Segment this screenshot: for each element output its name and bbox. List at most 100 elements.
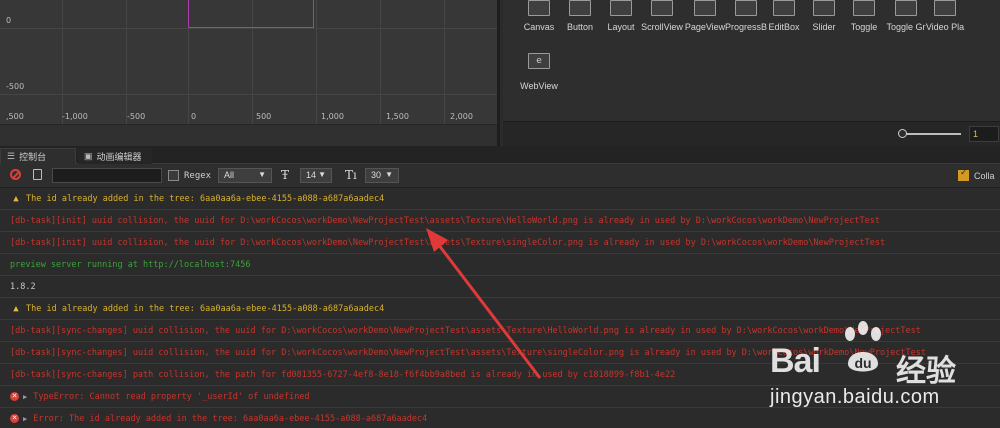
layout-icon (610, 0, 632, 16)
widget-label: WebView (520, 81, 558, 91)
log-text: [db-task][init] uuid collision, the uuid… (10, 216, 880, 226)
regex-checkbox[interactable] (168, 170, 179, 181)
ruler-x-label: 0 (191, 112, 197, 121)
widget-scrollview[interactable]: ScrollView (639, 0, 685, 32)
zoom-slider-handle[interactable] (898, 129, 907, 138)
line-height-select[interactable]: 30 ▼ (365, 168, 399, 183)
log-text: TypeError: Cannot read property '_userId… (33, 392, 310, 402)
log-text: The id already added in the tree: 6aa0aa… (26, 194, 385, 204)
progressbar-icon (735, 0, 757, 16)
scrollview-icon (651, 0, 673, 16)
widget-pageview[interactable]: PageView (682, 0, 728, 32)
collapse-checkbox[interactable] (958, 168, 969, 181)
scene-view[interactable]: 0 -500 ,500 -1,000 -500 0 500 1,000 1,50… (0, 0, 500, 146)
grid-line (444, 0, 445, 124)
log-text: 1.8.2 (10, 282, 36, 292)
grid-line (62, 0, 63, 124)
widget-button[interactable]: Button (557, 0, 603, 32)
log-entry-warning[interactable]: ▲ The id already added in the tree: 6aa0a… (0, 188, 1000, 210)
widget-layout[interactable]: Layout (598, 0, 644, 32)
widget-canvas[interactable]: Canvas (516, 0, 562, 32)
grid-line (126, 0, 127, 124)
slider-icon (813, 0, 835, 16)
log-entry-exception[interactable]: ✕ ▶ Error: The id already added in the tre… (0, 408, 1000, 428)
widget-videoplayer[interactable]: Video Pla (922, 0, 968, 32)
log-entry-error[interactable]: [db-task][init] uuid collision, the uuid… (0, 232, 1000, 254)
tab-label: 控制台 (19, 152, 47, 162)
log-text: preview server running at http://localho… (10, 260, 251, 270)
font-size-icon: Ŧ (281, 168, 290, 182)
ruler-x-label: 2,000 (450, 112, 473, 121)
widget-label: Video Pla (925, 22, 965, 32)
clear-console-icon[interactable] (10, 169, 21, 180)
webview-icon: e (528, 53, 550, 69)
log-entry-error[interactable]: [db-task][init] uuid collision, the uuid… (0, 210, 1000, 232)
ruler-x-label: 500 (256, 112, 272, 121)
log-text: [db-task][sync-changes] uuid collision, … (10, 326, 921, 336)
console-icon: ☰ (7, 151, 16, 161)
log-entry-error[interactable]: [db-task][sync-changes] path collision, … (0, 364, 1000, 386)
toggle-group-icon (895, 0, 917, 16)
font-size-select[interactable]: 14 ▼ (300, 168, 332, 183)
ruler-x-label: 1,500 (386, 112, 409, 121)
log-entry-warning[interactable]: ▲ The id already added in the tree: 6aa0a… (0, 298, 1000, 320)
scene-ruler-bar (0, 124, 497, 146)
grid-line (380, 0, 381, 124)
collapse-label: Colla (974, 171, 995, 181)
log-entry-error[interactable]: [db-task][sync-changes] uuid collision, … (0, 320, 1000, 342)
button-icon (569, 0, 591, 16)
ruler-x-label: ,500 (6, 112, 24, 121)
tab-console[interactable]: ☰ 控制台 (0, 148, 76, 164)
grid-line (0, 28, 497, 29)
widget-label: Canvas (523, 22, 555, 32)
chevron-down-icon: ▼ (318, 170, 326, 179)
line-height-value: 30 (371, 170, 382, 180)
pageview-icon (694, 0, 716, 16)
tab-animation-editor[interactable]: ▣ 动画编辑器 (78, 148, 152, 164)
error-icon: ✕ (10, 414, 19, 423)
widget-label: Toggle (850, 22, 878, 32)
expand-triangle-icon[interactable]: ▶ (23, 408, 27, 428)
log-text: [db-task][init] uuid collision, the uuid… (10, 238, 886, 248)
zoom-slider-track[interactable] (901, 133, 961, 135)
log-level-select[interactable]: All ▼ (218, 168, 272, 183)
zoom-value-input[interactable]: 1 (969, 126, 999, 142)
ruler-y-label: 0 (6, 16, 12, 25)
log-entry-info[interactable]: 1.8.2 (0, 276, 1000, 298)
expand-triangle-icon[interactable]: ▶ (23, 386, 27, 407)
tab-label: 动画编辑器 (96, 151, 142, 162)
open-log-file-icon[interactable] (33, 169, 42, 180)
console-toolbar: Regex All ▼ Ŧ 14 ▼ Tı 30 ▼ Colla (0, 164, 1000, 188)
toggle-icon (853, 0, 875, 16)
filter-input[interactable] (52, 168, 162, 183)
editor-window: 0 -500 ,500 -1,000 -500 0 500 1,000 1,50… (0, 0, 1000, 428)
widget-toggle[interactable]: Toggle (841, 0, 887, 32)
warning-icon: ▲ (13, 194, 19, 204)
widget-label: ScrollView (641, 22, 683, 32)
film-icon: ▣ (84, 150, 93, 161)
regex-label: Regex (184, 171, 212, 181)
ruler-x-label: -1,000 (62, 112, 88, 121)
console-log-list[interactable]: ▲ The id already added in the tree: 6aa0a… (0, 188, 1000, 428)
log-entry-error[interactable]: [db-task][sync-changes] uuid collision, … (0, 342, 1000, 364)
ruler-x-label: -500 (127, 112, 146, 121)
panel-tab-bar: ☰ 控制台 ▣ 动画编辑器 (0, 146, 1000, 164)
log-text: The id already added in the tree: 6aa0aa… (26, 304, 385, 314)
widget-webview[interactable]: e WebView (516, 53, 562, 91)
chevron-down-icon: ▼ (385, 170, 393, 179)
log-entry-info[interactable]: preview server running at http://localho… (0, 254, 1000, 276)
grid-line (0, 94, 497, 95)
widget-label: PageView (684, 22, 726, 32)
ruler-x-label: 1,000 (321, 112, 344, 121)
widget-label: Layout (607, 22, 635, 32)
log-text: Error: The id already added in the tree:… (33, 414, 428, 424)
log-text: [db-task][sync-changes] path collision, … (10, 370, 676, 380)
log-level-value: All (224, 170, 235, 180)
editbox-icon (773, 0, 795, 16)
log-entry-exception[interactable]: ✕ ▶ TypeError: Cannot read property '_user… (0, 386, 1000, 408)
grid-line (316, 0, 317, 124)
error-icon: ✕ (10, 392, 19, 401)
line-height-icon: Tı (345, 168, 357, 182)
chevron-down-icon: ▼ (258, 170, 266, 179)
library-footer: 1 (503, 121, 1000, 146)
